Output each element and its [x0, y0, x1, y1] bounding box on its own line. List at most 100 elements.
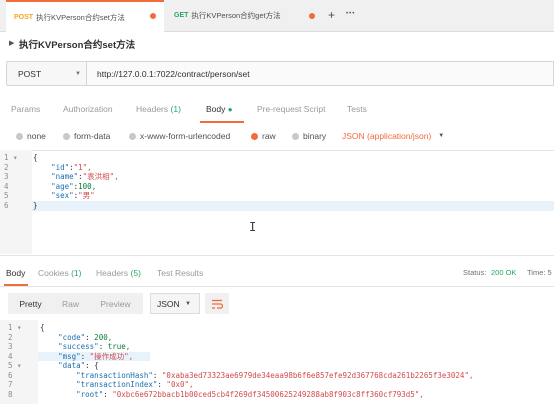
url-input[interactable]: http://127.0.0.1:7022/contract/person/se…	[87, 61, 554, 86]
code-line: "transactionHash": "0xaba3ed73323ae6979d…	[76, 370, 474, 380]
code-line: "sex":"男"	[51, 191, 95, 200]
resp-tab-underline	[4, 284, 28, 286]
json-key: "sex"	[51, 191, 74, 200]
chevron-down-icon: ▼	[75, 70, 81, 77]
code-line: {	[33, 153, 38, 162]
tab-title: 执行KVPerson合约set方法	[36, 12, 125, 22]
more-tabs-icon[interactable]: •••	[346, 11, 355, 17]
status-value: 200 OK	[491, 268, 517, 277]
code-line: "transactionIndex": "0x0",	[76, 380, 194, 389]
code-line: "success": true,	[58, 342, 131, 351]
radio-circle-icon	[292, 132, 299, 140]
line-numbers: 1 ▾ 2 3 4 5 6	[4, 153, 30, 210]
line-number: 3	[8, 342, 13, 351]
resp-tab-body[interactable]: Body	[6, 268, 25, 278]
line-number: 1 ▾	[8, 323, 22, 332]
tab-body-label: Body	[206, 104, 226, 114]
radio-raw-label: raw	[262, 131, 276, 141]
json-value: "0xaba3ed73323ae6979de34eaa98b6f6e857efe…	[157, 370, 474, 380]
json-value: "袁洪相",	[82, 172, 119, 181]
status-label: Status:	[463, 268, 487, 277]
line-number: 7	[8, 380, 13, 389]
json-value: "0x0",	[161, 380, 194, 389]
resp-headers-count: (5)	[130, 268, 141, 278]
unsaved-dot-icon	[150, 13, 156, 19]
request-code: { "id":"1", "name":"袁洪相", "age":100, "se…	[33, 153, 119, 210]
preview-button[interactable]: Preview	[88, 293, 143, 314]
line-number: 5 ▾	[8, 361, 22, 370]
radio-binary-label: binary	[303, 131, 327, 141]
json-key: "code"	[58, 332, 86, 342]
json-value: "操作成功",	[85, 351, 134, 361]
radio-none[interactable]: none	[16, 131, 46, 141]
tab-post-set[interactable]: POST 执行KVPerson合约set方法	[6, 0, 164, 32]
request-name: 执行KVPerson合约set方法	[19, 40, 136, 51]
code-line: "age":100,	[51, 181, 97, 191]
unsaved-dot-icon	[309, 13, 315, 19]
json-key: "name"	[51, 172, 79, 181]
content-type-select[interactable]: JSON (application/json) ▼	[342, 131, 444, 141]
resp-tab-cookies[interactable]: Cookies (1)	[38, 268, 81, 278]
body-indicator-dot-icon: ●	[227, 105, 233, 114]
response-code: { "code": 200, "success": true, "msg": "…	[40, 323, 554, 399]
radio-form-data[interactable]: form-data	[63, 131, 110, 141]
tab-pre-request-script[interactable]: Pre-request Script	[257, 104, 326, 114]
json-key: "age"	[51, 181, 74, 191]
tab-tests[interactable]: Tests	[347, 104, 367, 114]
json-value: true,	[103, 342, 131, 351]
format-select[interactable]: JSON ▼	[150, 293, 200, 314]
tab-method-post: POST	[14, 13, 34, 21]
code-line: "code": 200,	[58, 332, 113, 342]
code-line: {	[40, 323, 45, 332]
resp-tab-cookies-label: Cookies	[38, 268, 69, 278]
text-cursor-icon: I	[249, 220, 257, 234]
code-line: }	[33, 200, 38, 210]
radio-none-label: none	[27, 131, 46, 141]
line-number: 8	[8, 389, 13, 399]
code-line: "root": "0xbc6e672bbacb1b00ced5cb4f269df…	[76, 389, 424, 399]
json-key: "root"	[76, 389, 104, 399]
radio-form-data-label: form-data	[74, 131, 111, 141]
headers-count: (1)	[170, 104, 181, 114]
tab-body[interactable]: Body ●	[206, 104, 233, 114]
json-value: "男"	[78, 191, 95, 200]
caret-right-icon[interactable]: ▶	[9, 39, 14, 47]
json-key: "id"	[51, 162, 70, 172]
line-number: 6	[8, 370, 13, 380]
tab-method-get: GET	[174, 12, 189, 19]
resp-tab-test-results[interactable]: Test Results	[157, 268, 203, 278]
code-line: "msg": "操作成功",	[58, 351, 134, 361]
resp-tab-headers[interactable]: Headers (5)	[96, 268, 141, 278]
chevron-down-icon: ▼	[185, 300, 191, 307]
add-tab-icon[interactable]: +	[328, 8, 335, 22]
method-select[interactable]: POST ▼	[6, 61, 87, 86]
tab-headers[interactable]: Headers (1)	[136, 104, 181, 114]
radio-urlencoded[interactable]: x-www-form-urlencoded	[129, 131, 230, 141]
code-line: "id":"1",	[51, 162, 92, 172]
tab-title: 执行KVPerson合约get方法	[191, 11, 281, 20]
radio-urlencoded-label: x-www-form-urlencoded	[140, 131, 231, 141]
json-key: "success"	[58, 342, 99, 351]
line-number: 4	[8, 351, 13, 361]
radio-binary[interactable]: binary	[292, 131, 326, 141]
pretty-button[interactable]: Pretty	[8, 293, 53, 314]
format-label: JSON	[157, 298, 180, 309]
json-key: "data"	[58, 361, 86, 370]
wrap-lines-icon	[212, 299, 223, 309]
raw-button[interactable]: Raw	[53, 293, 88, 314]
response-line-numbers: 1 ▾ 2 3 4 5 ▾ 6 7 8	[8, 323, 36, 399]
tab-authorization[interactable]: Authorization	[63, 104, 113, 114]
active-tab-underline	[200, 121, 244, 123]
line-number: 4	[4, 181, 9, 191]
line-number: 3	[4, 172, 9, 181]
content-type-label: JSON (application/json)	[342, 131, 432, 141]
radio-circle-icon	[129, 132, 136, 140]
json-key: "msg"	[58, 351, 81, 361]
radio-raw[interactable]: raw	[251, 131, 276, 141]
tab-get-get[interactable]: GET 执行KVPerson合约get方法	[166, 0, 322, 31]
tab-params[interactable]: Params	[11, 104, 40, 114]
line-number: 6	[4, 200, 9, 210]
wrap-lines-button[interactable]	[205, 293, 229, 314]
json-key: "transactionHash"	[76, 370, 153, 380]
line-number: 2	[4, 162, 9, 172]
